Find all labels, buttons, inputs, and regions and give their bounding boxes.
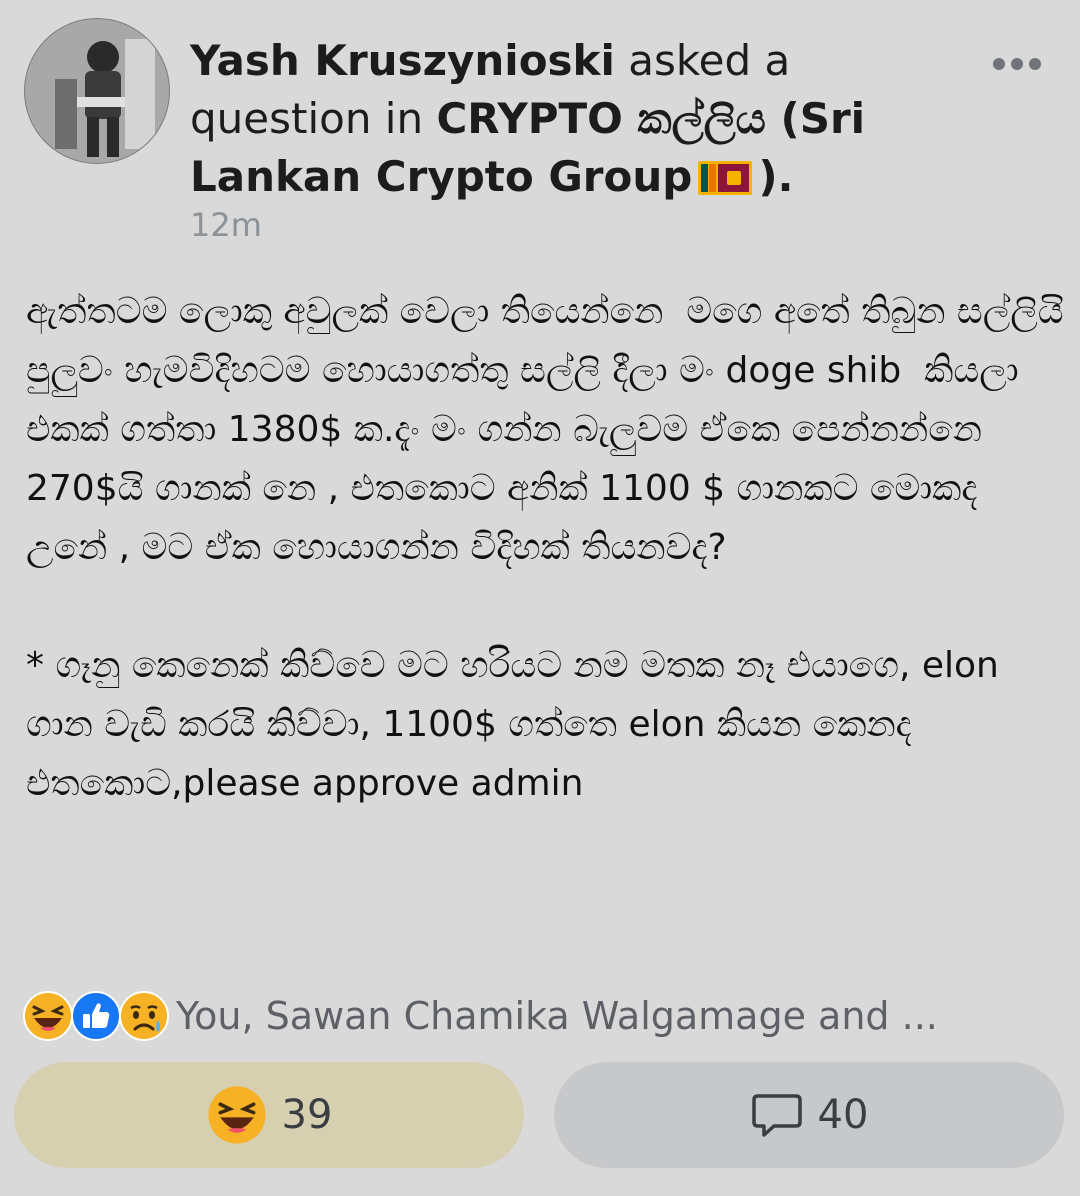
post-header: Yash Kruszynioski asked a question in CR…	[24, 18, 1064, 248]
avatar-photo	[25, 19, 169, 163]
haha-count: 39	[281, 1092, 333, 1138]
author-name[interactable]: Yash Kruszynioski	[190, 36, 615, 85]
more-dot-icon	[1029, 58, 1041, 70]
sad-emoji-icon	[119, 991, 169, 1041]
haha-reaction-button[interactable]: 39	[14, 1062, 524, 1168]
post-actions: 39 40	[14, 1062, 1066, 1170]
more-options-button[interactable]	[990, 48, 1054, 78]
group-suffix: ).	[758, 152, 794, 201]
comment-count: 40	[817, 1092, 869, 1138]
haha-emoji-icon	[23, 991, 73, 1041]
comment-button[interactable]: 40	[554, 1062, 1064, 1168]
reaction-icons	[22, 990, 169, 1042]
post-card: Yash Kruszynioski asked a question in CR…	[0, 0, 1080, 1196]
comment-icon	[751, 1094, 802, 1137]
reaction-summary-text[interactable]: You, Sawan Chamika Walgamage and ...	[176, 994, 938, 1038]
post-timestamp[interactable]: 12m	[190, 206, 262, 244]
haha-emoji-icon	[207, 1086, 266, 1144]
reactions-summary-row[interactable]: You, Sawan Chamika Walgamage and ...	[22, 988, 1062, 1044]
more-dot-icon	[1011, 58, 1023, 70]
post-header-text: Yash Kruszynioski asked a question in CR…	[190, 32, 980, 206]
post-body: ඇත්තටම ලොකු අවුලක් වෙලා තියෙන්නෙ මගෙ අතේ…	[26, 291, 1064, 804]
like-icon	[71, 991, 121, 1041]
sri-lanka-flag-icon	[698, 161, 753, 195]
avatar[interactable]	[24, 18, 170, 164]
more-dot-icon	[993, 58, 1005, 70]
